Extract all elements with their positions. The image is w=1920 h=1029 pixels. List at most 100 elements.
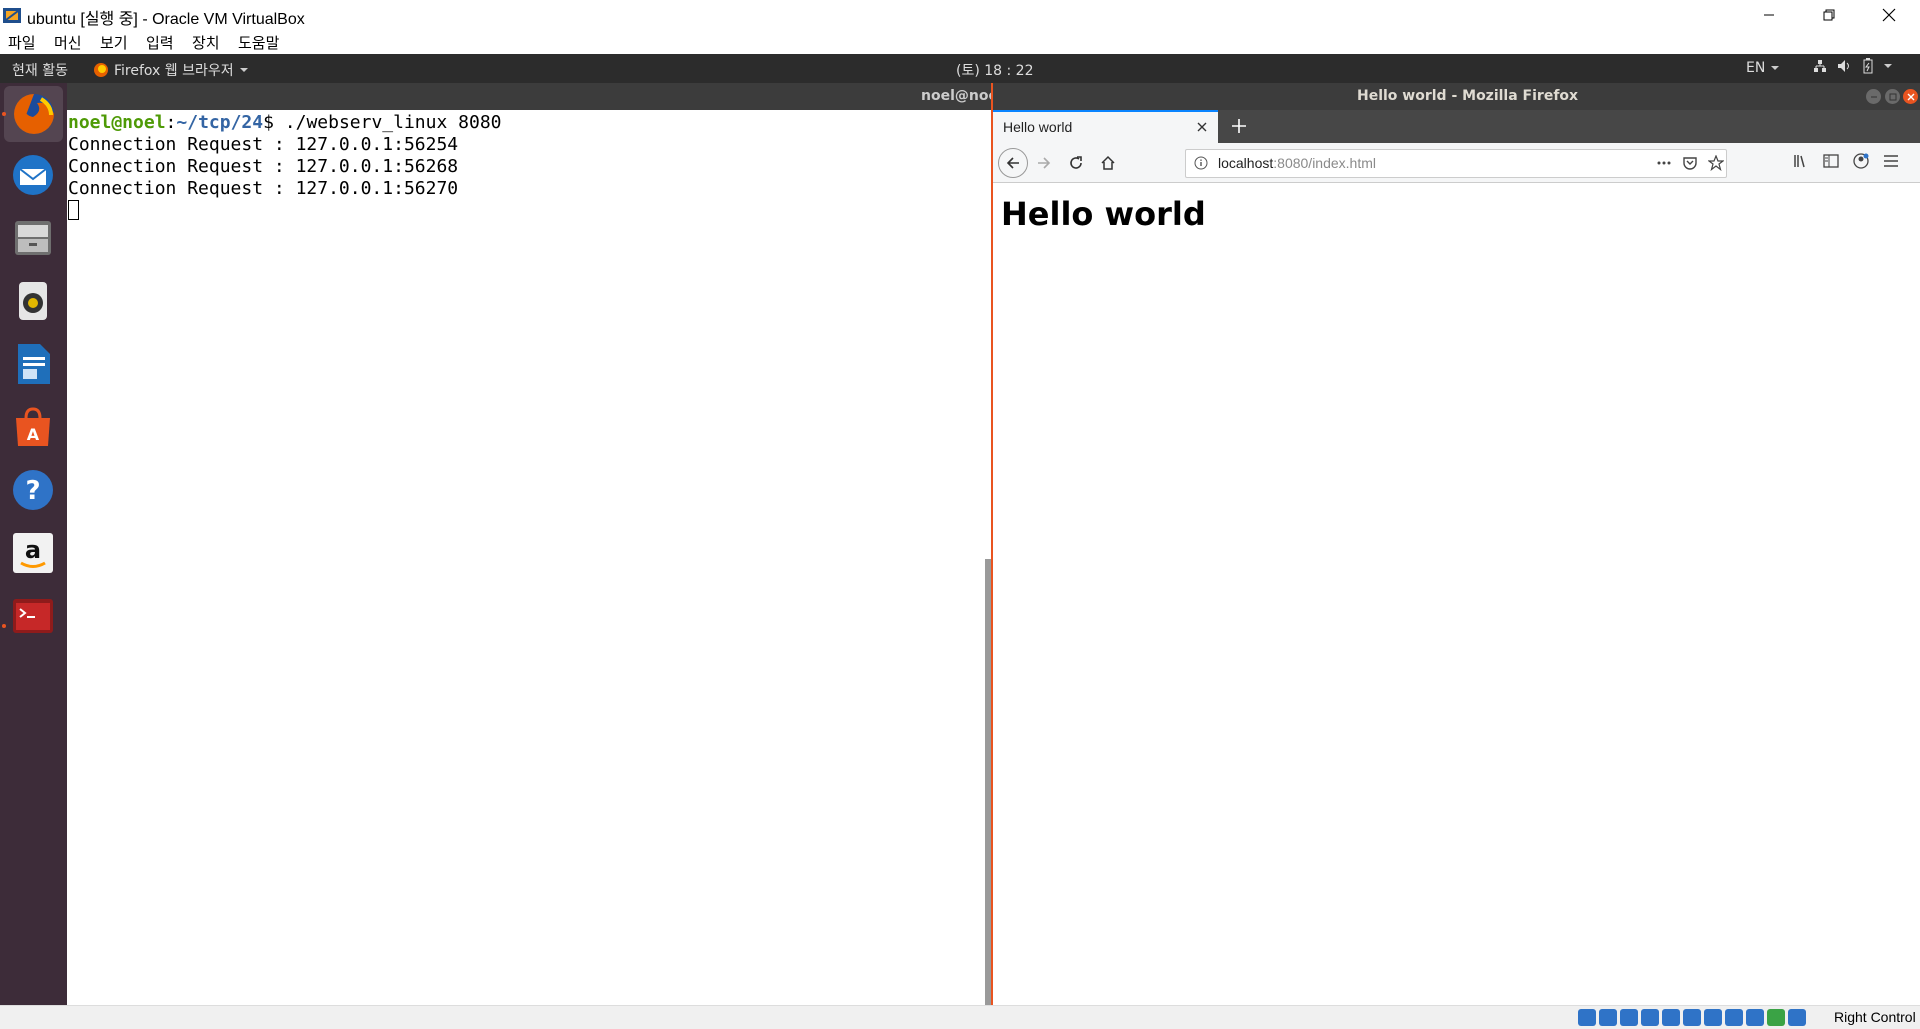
volume-icon — [1838, 60, 1849, 72]
battery-icon — [1863, 58, 1873, 74]
menu-machine[interactable]: 머신 — [54, 32, 82, 53]
status-icons — [1578, 1009, 1806, 1026]
minimize-icon — [1764, 14, 1774, 16]
network-icon[interactable] — [1641, 1009, 1659, 1026]
menu-help[interactable]: 도움말 — [238, 32, 279, 53]
firefox-navbar: localhost:8080/index.html — [993, 143, 1920, 183]
library-icon[interactable] — [1793, 153, 1809, 169]
sidebar-icon[interactable] — [1823, 153, 1839, 169]
firefox-tabbar: Hello world — [993, 110, 1920, 143]
url-path: :8080/index.html — [1273, 155, 1376, 171]
network-icon — [1814, 60, 1826, 72]
svg-text:A: A — [27, 425, 40, 444]
dock-software[interactable]: A — [10, 404, 56, 450]
keyboard-capture-icon[interactable] — [1788, 1009, 1806, 1026]
amazon-icon: a — [13, 533, 53, 573]
dock-thunderbird[interactable] — [10, 152, 56, 198]
terminal-titlebar: noel@noe — [67, 83, 998, 110]
display-icon[interactable] — [1704, 1009, 1722, 1026]
new-tab-button[interactable] — [1226, 113, 1252, 139]
terminal-line: Connection Request : 127.0.0.1:56270 — [68, 178, 459, 199]
minimize-button[interactable] — [1746, 0, 1792, 30]
input-language[interactable]: EN — [1746, 60, 1780, 76]
minimize-icon — [1870, 96, 1877, 97]
virtualbox-icon — [3, 8, 21, 23]
firefox-close-button[interactable] — [1903, 89, 1918, 104]
menu-file[interactable]: 파일 — [8, 32, 36, 53]
virtualization-icon[interactable] — [1746, 1009, 1764, 1026]
tab-title: Hello world — [1003, 119, 1073, 135]
host-key-label: Right Control — [1834, 1009, 1916, 1025]
writer-icon — [18, 344, 50, 384]
thunderbird-icon — [13, 155, 53, 195]
app-menu[interactable]: Firefox 웹 브라우저 — [93, 60, 249, 80]
close-button[interactable] — [1866, 0, 1912, 30]
clock[interactable]: (토) 18 : 22 — [956, 60, 1034, 80]
help-icon: ? — [13, 470, 53, 510]
account-icon[interactable] — [1853, 153, 1869, 169]
dock-amazon[interactable]: a — [10, 530, 56, 576]
reload-button[interactable] — [1062, 149, 1090, 177]
host-statusbar: Right Control — [0, 1005, 1920, 1029]
url-bar[interactable]: localhost:8080/index.html — [1185, 149, 1727, 178]
running-indicator — [2, 112, 6, 116]
firefox-maximize-button[interactable] — [1885, 89, 1900, 104]
chevron-down-icon — [239, 68, 248, 72]
dock-terminal[interactable] — [10, 593, 56, 639]
restore-icon — [1823, 9, 1835, 21]
files-icon — [15, 221, 51, 255]
software-center-icon: A — [16, 407, 50, 446]
dock: A ? a — [0, 83, 67, 1005]
close-icon — [1907, 93, 1914, 100]
terminal-line: Connection Request : 127.0.0.1:56268 — [68, 156, 459, 177]
activities-button[interactable]: 현재 활동 — [12, 60, 68, 80]
plus-icon — [1232, 119, 1246, 133]
restore-button[interactable] — [1806, 0, 1852, 30]
dock-firefox[interactable] — [4, 86, 63, 142]
app-menu-label: Firefox 웹 브라우저 — [114, 63, 234, 79]
pocket-icon[interactable] — [1682, 155, 1698, 171]
host-menubar: 파일 머신 보기 입력 장치 도움말 — [0, 30, 1920, 54]
system-tray[interactable] — [1813, 58, 1893, 74]
prompt-user: noel@noel — [68, 112, 166, 133]
usb-icon[interactable] — [1662, 1009, 1680, 1026]
gnome-topbar: 현재 활동 Firefox 웹 브라우저 (토) 18 : 22 EN — [0, 54, 1920, 83]
arrow-left-icon — [1006, 157, 1019, 169]
page-actions — [1656, 155, 1724, 171]
terminal-cursor-line — [68, 200, 991, 222]
dock-files[interactable] — [10, 215, 56, 261]
chevron-down-icon — [1770, 66, 1779, 70]
optical-drive-icon[interactable] — [1599, 1009, 1617, 1026]
firefox-small-icon — [94, 63, 108, 77]
mouse-integration-icon[interactable] — [1767, 1009, 1785, 1026]
dock-help[interactable]: ? — [10, 467, 56, 513]
dock-rhythmbox[interactable] — [10, 278, 56, 324]
menu-view[interactable]: 보기 — [100, 32, 128, 53]
firefox-window: Hello world - Mozilla Firefox Hello worl… — [991, 83, 1920, 1005]
audio-icon[interactable] — [1620, 1009, 1638, 1026]
forward-button[interactable] — [1030, 149, 1058, 177]
menu-devices[interactable]: 장치 — [192, 32, 220, 53]
terminal-line: Connection Request : 127.0.0.1:56254 — [68, 134, 459, 155]
hamburger-menu-icon[interactable] — [1883, 153, 1899, 169]
terminal-output[interactable]: noel@noel:~/tcp/24$ ./webserv_linux 8080… — [67, 110, 991, 1005]
home-button[interactable] — [1094, 149, 1122, 177]
recording-icon[interactable] — [1725, 1009, 1743, 1026]
tab-hello-world[interactable]: Hello world — [993, 110, 1218, 143]
page-content: Hello world — [993, 183, 1920, 1005]
firefox-titlebar: Hello world - Mozilla Firefox — [993, 83, 1920, 110]
rhythmbox-icon — [19, 282, 47, 320]
terminal-window: noel@noe noel@noel:~/tcp/24$ ./webserv_l… — [67, 83, 998, 1005]
prompt-separator: : — [165, 112, 177, 133]
tab-close-button[interactable] — [1193, 118, 1211, 136]
url-host: localhost — [1218, 155, 1274, 171]
menu-input[interactable]: 입력 — [146, 32, 174, 53]
firefox-minimize-button[interactable] — [1866, 89, 1881, 104]
back-button[interactable] — [998, 148, 1028, 178]
more-actions-icon[interactable] — [1656, 155, 1672, 171]
hard-disk-icon[interactable] — [1578, 1009, 1596, 1026]
prompt-path: ~/tcp/24 — [176, 112, 264, 133]
shared-folder-icon[interactable] — [1683, 1009, 1701, 1026]
dock-writer[interactable] — [10, 341, 56, 387]
star-icon[interactable] — [1708, 155, 1724, 171]
